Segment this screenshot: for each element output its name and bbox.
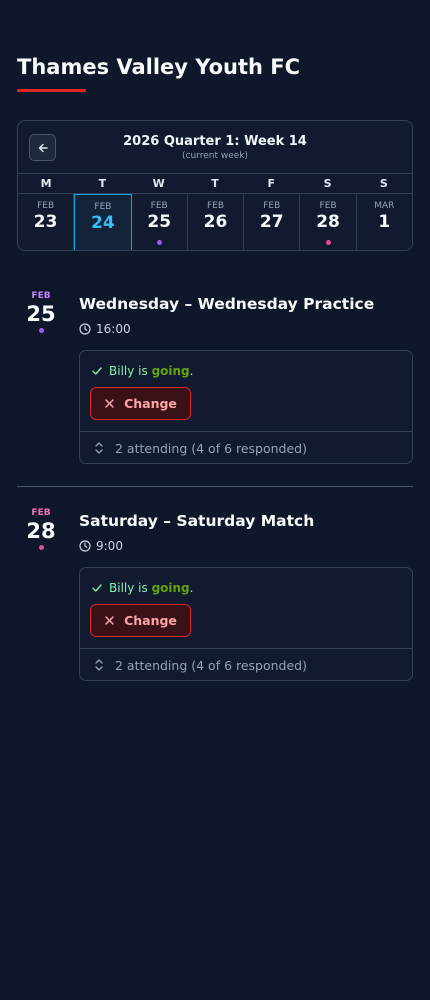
attendance-summary: 2 attending (4 of 6 responded) [115, 657, 307, 673]
weekday-label: S [323, 177, 332, 190]
day-cell-feb-28[interactable]: FEB 28 [300, 194, 357, 250]
x-icon [105, 616, 114, 625]
rsvp-status-prefix: Billy is [109, 581, 152, 595]
rsvp-status-prefix: Billy is [109, 364, 152, 378]
rsvp-status-value: going [151, 364, 190, 378]
event-time: 16:00 [79, 322, 131, 336]
event-time-value: 9:00 [96, 539, 123, 553]
event-day: 25 [26, 302, 56, 326]
event-month: FEB [31, 508, 51, 518]
event-day: 28 [26, 519, 56, 543]
match-event-dot [325, 240, 331, 245]
day-number: 27 [259, 212, 284, 232]
rsvp-card: Billy is going. Change 2 attending (4 of… [79, 350, 413, 464]
check-icon [92, 367, 102, 375]
day-month: FEB [150, 201, 168, 211]
change-button-label: Change [124, 613, 177, 628]
attendance-toggle[interactable]: 2 attending (4 of 6 responded) [80, 648, 412, 681]
calendar-header: 2026 Quarter 1: Week 14 (current week) [18, 121, 412, 173]
rsvp-status-text: Billy is going. [109, 364, 193, 378]
event-month: FEB [31, 291, 51, 301]
attendance-summary: 2 attending (4 of 6 responded) [115, 440, 307, 456]
calendar-subtitle: (current week) [182, 151, 248, 161]
day-month: MAR [374, 201, 395, 211]
chevron-up-down-icon [95, 659, 103, 671]
event-dot [38, 545, 44, 550]
day-month: FEB [263, 201, 281, 211]
event-dot [38, 328, 44, 333]
day-number: 28 [316, 212, 340, 232]
change-button-label: Change [124, 396, 177, 411]
calendar-title: 2026 Quarter 1: Week 14 [123, 134, 307, 149]
event-divider [17, 486, 413, 487]
rsvp-status-text: Billy is going. [109, 581, 193, 595]
weekday-label: S [379, 177, 388, 190]
day-month: FEB [94, 202, 112, 212]
event-time: 9:00 [79, 539, 123, 553]
change-rsvp-button[interactable]: Change [90, 604, 191, 637]
rsvp-status: Billy is going. [91, 364, 193, 378]
day-number: 26 [203, 212, 228, 232]
x-icon [105, 399, 114, 408]
weekday-label: W [152, 177, 165, 190]
day-month: FEB [206, 201, 224, 211]
weekday-header-row: M T W T F S S [18, 173, 412, 194]
day-month: FEB [319, 201, 337, 211]
rsvp-status: Billy is going. [91, 581, 193, 595]
day-cell-feb-26[interactable]: FEB 26 [188, 194, 245, 250]
day-number: 23 [33, 212, 58, 232]
rsvp-status-suffix: . [189, 581, 194, 595]
change-rsvp-button[interactable]: Change [90, 387, 191, 420]
clock-icon [79, 323, 91, 335]
event-title: Saturday – Saturday Match [79, 512, 315, 530]
day-number: 24 [91, 213, 115, 233]
day-month: FEB [37, 201, 55, 211]
event-time-value: 16:00 [96, 322, 131, 336]
day-cell-feb-23[interactable]: FEB 23 [18, 194, 75, 250]
event-date-badge: FEB 28 [17, 508, 65, 550]
day-cell-feb-25[interactable]: FEB 25 [132, 194, 188, 250]
practice-event-dot [156, 240, 162, 245]
days-row: FEB 23 FEB 24 FEB 25 FEB 26 FEB 27 FEB 2… [18, 194, 412, 250]
weekday-label: M [40, 177, 52, 190]
day-cell-mar-1[interactable]: MAR 1 [357, 194, 412, 250]
event-title: Wednesday – Wednesday Practice [79, 295, 375, 313]
day-number: 25 [147, 212, 172, 232]
rsvp-status-suffix: . [189, 364, 194, 378]
check-icon [92, 584, 102, 592]
day-number: 1 [378, 212, 391, 232]
chevron-up-down-icon [95, 442, 103, 454]
weekday-label: T [211, 177, 219, 190]
title-underline [17, 89, 86, 92]
day-cell-feb-27[interactable]: FEB 27 [244, 194, 301, 250]
week-calendar: 2026 Quarter 1: Week 14 (current week) M… [17, 120, 413, 251]
rsvp-status-value: going [151, 581, 190, 595]
weekday-label: F [267, 177, 276, 190]
clock-icon [79, 540, 91, 552]
event-date-badge: FEB 25 [17, 291, 65, 333]
day-cell-feb-24-selected[interactable]: FEB 24 [74, 194, 132, 250]
attendance-toggle[interactable]: 2 attending (4 of 6 responded) [80, 431, 412, 464]
rsvp-card: Billy is going. Change 2 attending (4 of… [79, 567, 413, 681]
weekday-label: T [98, 177, 107, 190]
page-title: Thames Valley Youth FC [17, 55, 301, 79]
